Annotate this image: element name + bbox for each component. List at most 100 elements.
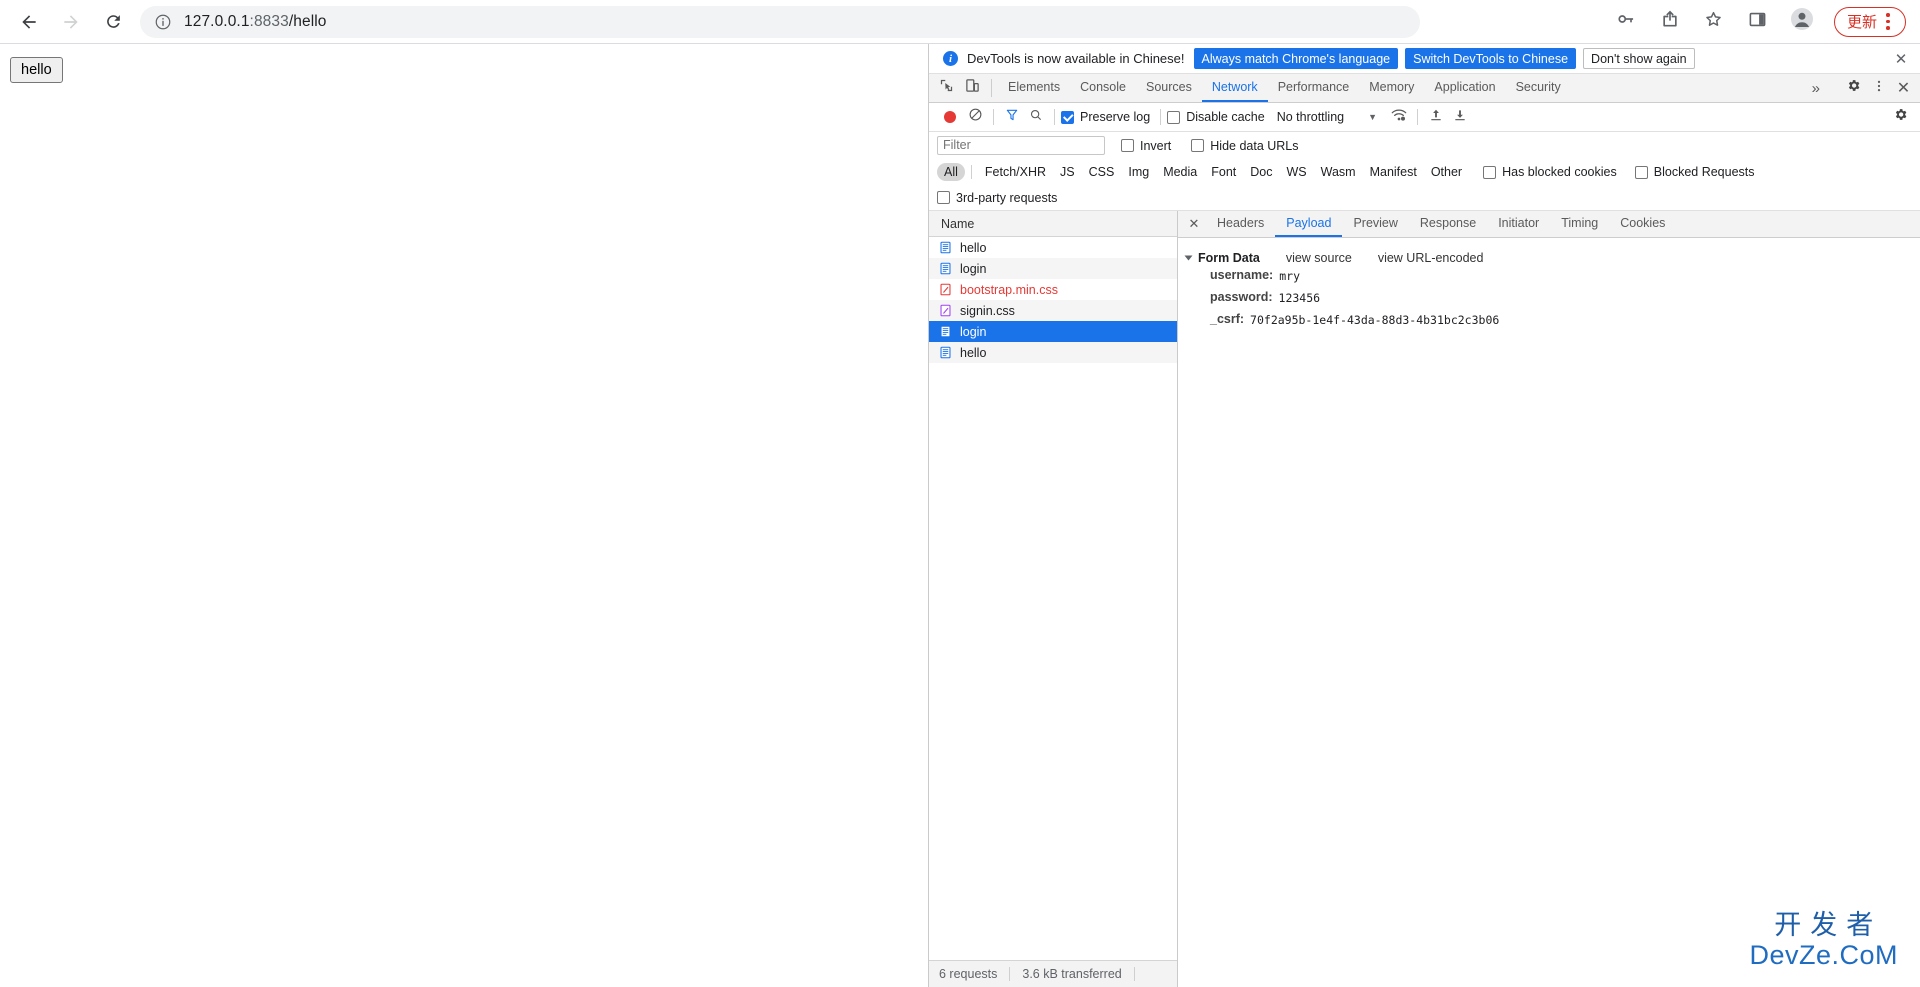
address-bar[interactable]: 127.0.0.1:8833/hello: [140, 5, 1420, 38]
table-row[interactable]: bootstrap.min.css: [929, 279, 1177, 300]
type-chip-css[interactable]: CSS: [1082, 163, 1122, 181]
import-har-button[interactable]: [1424, 105, 1448, 129]
hello-button[interactable]: hello: [10, 57, 63, 83]
form-field-value: mry: [1279, 269, 1301, 283]
request-name: hello: [960, 345, 987, 360]
checkbox-box: [1167, 110, 1181, 124]
document-icon: [939, 262, 952, 275]
switch-devtools-chinese-button[interactable]: Switch DevTools to Chinese: [1405, 48, 1577, 69]
always-match-language-button[interactable]: Always match Chrome's language: [1193, 48, 1399, 69]
network-conditions-button[interactable]: [1387, 105, 1411, 129]
type-chip-media[interactable]: Media: [1156, 163, 1204, 181]
devtools-close-button[interactable]: ✕: [1891, 76, 1916, 101]
table-row[interactable]: signin.css: [929, 300, 1177, 321]
divider: [970, 165, 972, 179]
export-har-button[interactable]: [1448, 105, 1472, 129]
table-row[interactable]: hello: [929, 237, 1177, 258]
throttling-value: No throttling: [1276, 110, 1345, 124]
divider: [991, 79, 992, 97]
import-har-icon: [1429, 108, 1443, 127]
table-row[interactable]: hello: [929, 342, 1177, 363]
profile-button[interactable]: [1785, 5, 1819, 39]
search-button[interactable]: [1024, 105, 1048, 129]
dont-show-again-button[interactable]: Don't show again: [1583, 48, 1695, 69]
type-chip-font[interactable]: Font: [1204, 163, 1243, 181]
type-chip-other[interactable]: Other: [1424, 163, 1469, 181]
tab-network[interactable]: Network: [1201, 74, 1268, 102]
throttling-dropdown[interactable]: No throttling ▼: [1277, 110, 1377, 124]
checkbox-box: [1634, 165, 1648, 179]
third-party-requests-checkbox[interactable]: 3rd-party requests: [937, 191, 1057, 205]
more-tabs-button[interactable]: »: [1804, 80, 1828, 97]
request-list[interactable]: hello login bootstrap.min.css signin.css…: [929, 237, 1177, 960]
type-chip-js[interactable]: JS: [1053, 163, 1082, 181]
chevron-down-icon[interactable]: [1184, 255, 1193, 260]
blocked-requests-label: Blocked Requests: [1653, 165, 1755, 179]
reload-button[interactable]: [96, 5, 130, 39]
devtools-panel: i DevTools is now available in Chinese! …: [928, 44, 1920, 987]
detail-tab-initiator[interactable]: Initiator: [1487, 211, 1550, 237]
inspect-element-button[interactable]: [933, 74, 959, 102]
type-chip-img[interactable]: Img: [1121, 163, 1156, 181]
form-data-header[interactable]: Form Data view source view URL-encoded: [1178, 247, 1920, 268]
detail-tab-response[interactable]: Response: [1409, 211, 1487, 237]
tab-sources[interactable]: Sources: [1136, 74, 1202, 102]
bookmark-star-button[interactable]: [1697, 5, 1731, 39]
view-source-link[interactable]: view source: [1286, 251, 1352, 265]
tab-memory[interactable]: Memory: [1359, 74, 1424, 102]
close-icon: ✕: [1896, 80, 1911, 97]
resource-type-filters: All Fetch/XHR JS CSS Img Media Font Doc …: [929, 159, 1920, 185]
preserve-log-label: Preserve log: [1080, 110, 1151, 124]
devtools-more-options-button[interactable]: [1866, 76, 1891, 101]
detail-tab-payload[interactable]: Payload: [1275, 211, 1343, 237]
request-list-header[interactable]: Name: [929, 211, 1177, 237]
kebab-menu-icon[interactable]: [1877, 13, 1899, 30]
filter-input[interactable]: Filter: [937, 136, 1105, 155]
detail-tab-cookies[interactable]: Cookies: [1609, 211, 1676, 237]
record-button-icon[interactable]: [944, 111, 956, 123]
info-circle-icon[interactable]: [154, 13, 172, 31]
network-settings-button[interactable]: [1888, 105, 1912, 129]
detail-tab-preview[interactable]: Preview: [1342, 211, 1408, 237]
type-chip-fetch-xhr[interactable]: Fetch/XHR: [978, 163, 1053, 181]
has-blocked-cookies-checkbox[interactable]: Has blocked cookies: [1483, 165, 1617, 179]
type-chip-wasm[interactable]: Wasm: [1314, 163, 1363, 181]
close-detail-button[interactable]: ✕: [1182, 211, 1206, 237]
tab-security[interactable]: Security: [1506, 74, 1571, 102]
type-chip-all[interactable]: All: [937, 163, 965, 181]
devtools-settings-button[interactable]: [1841, 76, 1866, 101]
invert-checkbox[interactable]: Invert: [1121, 139, 1171, 153]
update-button[interactable]: 更新: [1833, 6, 1906, 37]
tab-console[interactable]: Console: [1070, 74, 1136, 102]
type-chip-ws[interactable]: WS: [1279, 163, 1313, 181]
preserve-log-checkbox[interactable]: Preserve log: [1061, 110, 1150, 124]
back-button[interactable]: [12, 5, 46, 39]
tab-application[interactable]: Application: [1424, 74, 1505, 102]
forward-button[interactable]: [54, 5, 88, 39]
disable-cache-checkbox[interactable]: Disable cache: [1167, 110, 1265, 124]
share-button[interactable]: [1653, 5, 1687, 39]
form-field-key: _csrf:: [1210, 312, 1245, 326]
table-row[interactable]: login: [929, 321, 1177, 342]
divider: [1417, 109, 1419, 125]
hide-data-urls-checkbox[interactable]: Hide data URLs: [1191, 139, 1299, 153]
type-chip-doc[interactable]: Doc: [1243, 163, 1279, 181]
tab-performance[interactable]: Performance: [1268, 74, 1360, 102]
payload-content: Form Data view source view URL-encoded u…: [1178, 238, 1920, 987]
filter-funnel-icon: [1005, 108, 1019, 127]
clear-network-log-button[interactable]: [963, 105, 987, 129]
type-chip-manifest[interactable]: Manifest: [1363, 163, 1424, 181]
tab-elements[interactable]: Elements: [998, 74, 1070, 102]
blocked-requests-checkbox[interactable]: Blocked Requests: [1634, 165, 1755, 179]
side-panel-button[interactable]: [1741, 5, 1775, 39]
password-key-button[interactable]: [1609, 5, 1643, 39]
table-row[interactable]: login: [929, 258, 1177, 279]
close-icon[interactable]: ✕: [1890, 48, 1912, 70]
view-url-encoded-link[interactable]: view URL-encoded: [1378, 251, 1484, 265]
gear-icon: [1893, 107, 1908, 127]
filter-toggle-button[interactable]: [1000, 105, 1024, 129]
detail-tab-timing[interactable]: Timing: [1550, 211, 1609, 237]
devtools-language-banner: i DevTools is now available in Chinese! …: [929, 44, 1920, 74]
detail-tab-headers[interactable]: Headers: [1206, 211, 1275, 237]
device-toolbar-button[interactable]: [959, 74, 985, 102]
